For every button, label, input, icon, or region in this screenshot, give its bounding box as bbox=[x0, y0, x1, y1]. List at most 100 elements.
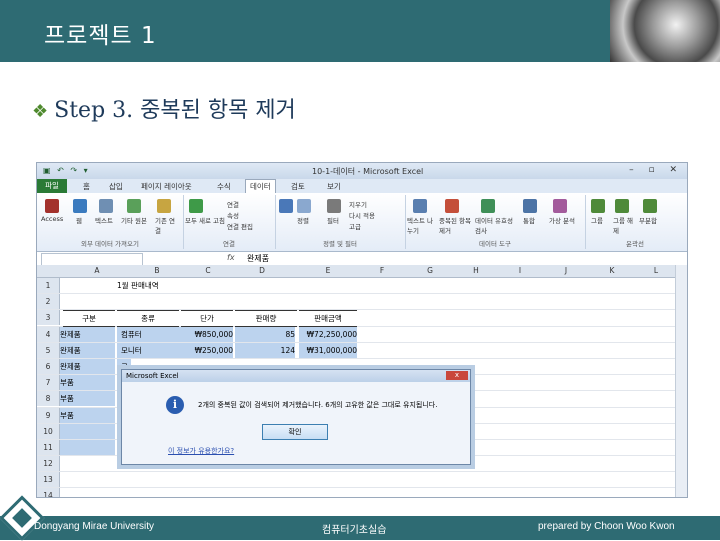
web-icon[interactable] bbox=[73, 199, 87, 213]
ungroup-label: 그룹 해제 bbox=[613, 217, 634, 235]
data-cell[interactable]: 완제품 bbox=[60, 342, 115, 358]
reapply-link[interactable]: 다시 적용 bbox=[349, 210, 375, 220]
selected-cell[interactable] bbox=[60, 439, 115, 455]
formula-value[interactable]: 완제품 bbox=[247, 253, 269, 264]
window-controls[interactable]: – ▫ ✕ bbox=[629, 165, 683, 175]
data-cell[interactable]: 부품 bbox=[60, 375, 115, 391]
footer-course: 컴퓨터기초실습 bbox=[322, 525, 387, 536]
existing-connections-label: 기존 연결 bbox=[155, 217, 176, 235]
data-cell[interactable]: ₩31,000,000 bbox=[299, 342, 357, 358]
row-number[interactable]: 1 bbox=[37, 278, 60, 293]
helpful-link[interactable]: 이 정보가 유용한가요? bbox=[168, 446, 234, 456]
vertical-scrollbar[interactable] bbox=[675, 265, 687, 497]
column-header[interactable]: F bbox=[367, 266, 397, 275]
dialog-title-bar: Microsoft Excel x bbox=[122, 370, 470, 382]
column-header[interactable]: A bbox=[77, 266, 117, 275]
tab-view[interactable]: 보기 bbox=[327, 181, 341, 192]
tab-data[interactable]: 데이터 bbox=[245, 179, 276, 193]
header-cell[interactable]: 종류 bbox=[117, 310, 179, 328]
edit-links-link[interactable]: 연결 편집 bbox=[227, 221, 253, 231]
text-icon[interactable] bbox=[99, 199, 113, 213]
header-cell[interactable]: 구분 bbox=[63, 310, 115, 328]
tab-home[interactable]: 홈 bbox=[83, 181, 90, 192]
column-header[interactable]: G bbox=[415, 266, 445, 275]
row-number[interactable]: 13 bbox=[37, 472, 60, 488]
other-sources-icon[interactable] bbox=[127, 199, 141, 213]
text-label: 텍스트 bbox=[95, 217, 113, 225]
data-cell[interactable]: 완제품 bbox=[60, 326, 115, 342]
tab-formulas[interactable]: 수식 bbox=[217, 181, 231, 192]
row-number[interactable]: 12 bbox=[37, 456, 60, 472]
data-cell[interactable]: 부품 bbox=[60, 407, 115, 423]
consolidate-icon[interactable] bbox=[523, 199, 537, 213]
close-icon[interactable]: x bbox=[446, 371, 468, 380]
properties-link[interactable]: 속성 bbox=[227, 210, 239, 220]
row-number[interactable]: 14 bbox=[37, 488, 60, 497]
refresh-all-icon[interactable] bbox=[189, 199, 203, 213]
advanced-link[interactable]: 고급 bbox=[349, 221, 361, 231]
row-number[interactable]: 6 bbox=[37, 358, 60, 374]
row-number[interactable]: 11 bbox=[37, 439, 60, 455]
text-to-columns-icon[interactable] bbox=[413, 199, 427, 213]
column-header[interactable]: C bbox=[193, 266, 223, 275]
excel-window-title: 10-1-데이터 - Microsoft Excel bbox=[312, 167, 424, 176]
header-cell[interactable]: 판매금액 bbox=[299, 310, 357, 328]
subtotal-icon[interactable] bbox=[643, 199, 657, 213]
row-number[interactable]: 10 bbox=[37, 423, 60, 439]
row-number[interactable]: 4 bbox=[37, 326, 60, 342]
data-cell[interactable]: 컴퓨터 bbox=[117, 326, 183, 342]
data-cell[interactable]: 부품 bbox=[60, 391, 115, 407]
row-number[interactable]: 8 bbox=[37, 391, 60, 407]
row-number[interactable]: 9 bbox=[37, 407, 60, 423]
filter-icon[interactable] bbox=[327, 199, 341, 213]
column-header[interactable]: K bbox=[597, 266, 627, 275]
row-number[interactable]: 5 bbox=[37, 342, 60, 358]
row-number[interactable]: 2 bbox=[37, 294, 60, 310]
column-header[interactable]: B bbox=[137, 266, 177, 275]
existing-connections-icon[interactable] bbox=[157, 199, 171, 213]
connections-link[interactable]: 연결 bbox=[227, 199, 239, 209]
ungroup-icon[interactable] bbox=[615, 199, 629, 213]
data-cell[interactable]: 모니터 bbox=[117, 342, 183, 358]
tab-page-layout[interactable]: 페이지 레이아웃 bbox=[141, 181, 192, 192]
group-label-external: 외부 데이터 가져오기 bbox=[81, 240, 139, 248]
header-cell[interactable]: 판매량 bbox=[235, 310, 297, 328]
column-header[interactable]: E bbox=[313, 266, 343, 275]
sort-asc-icon[interactable] bbox=[279, 199, 293, 213]
column-header[interactable]: D bbox=[247, 266, 277, 275]
consolidate-label: 통합 bbox=[523, 217, 535, 225]
tab-review[interactable]: 검토 bbox=[291, 181, 305, 192]
access-icon[interactable] bbox=[45, 199, 59, 213]
clear-link[interactable]: 지우기 bbox=[349, 199, 367, 209]
row-number[interactable]: 3 bbox=[37, 310, 60, 326]
sheet-title-cell[interactable]: 1월 판매내역 bbox=[117, 278, 159, 293]
data-cell[interactable]: ₩850,000 bbox=[181, 326, 233, 342]
slide-title: 프로젝트 1 bbox=[44, 23, 157, 49]
remove-duplicates-icon[interactable] bbox=[445, 199, 459, 213]
group-icon[interactable] bbox=[591, 199, 605, 213]
column-header[interactable]: H bbox=[461, 266, 491, 275]
selected-cell[interactable] bbox=[60, 423, 115, 439]
data-cell[interactable]: 124 bbox=[235, 342, 295, 358]
header-cell[interactable]: 단가 bbox=[181, 310, 233, 328]
data-cell[interactable]: 완제품 bbox=[60, 358, 115, 374]
data-cell[interactable]: ₩72,250,000 bbox=[299, 326, 357, 342]
column-header[interactable]: I bbox=[505, 266, 535, 275]
column-header[interactable]: L bbox=[641, 266, 671, 275]
remove-duplicates-dialog: Microsoft Excel x i 2개의 중복된 값이 검색되어 제거했습… bbox=[121, 369, 471, 465]
column-header[interactable]: J bbox=[551, 266, 581, 275]
ribbon-tabs: 파일 홈 삽입 페이지 레이아웃 수식 데이터 검토 보기 bbox=[37, 179, 687, 193]
quick-access-toolbar[interactable]: ▣ ↶ ↷ ▾ bbox=[43, 166, 90, 175]
data-cell[interactable]: 85 bbox=[235, 326, 295, 342]
ok-button[interactable]: 확인 bbox=[262, 424, 328, 440]
sort-icon[interactable] bbox=[297, 199, 311, 213]
data-cell[interactable]: ₩250,000 bbox=[181, 342, 233, 358]
sheet-row: 4 완제품 컴퓨터 ₩850,000 85 ₩72,250,000 bbox=[37, 326, 687, 343]
what-if-icon[interactable] bbox=[553, 199, 567, 213]
tab-file[interactable]: 파일 bbox=[37, 179, 67, 193]
group-external-data: Access 웹 텍스트 기타 원본 기존 연결 외부 데이터 가져오기 bbox=[37, 195, 184, 249]
fx-icon[interactable]: fx bbox=[227, 253, 235, 262]
tab-insert[interactable]: 삽입 bbox=[109, 181, 123, 192]
data-validation-icon[interactable] bbox=[481, 199, 495, 213]
row-number[interactable]: 7 bbox=[37, 375, 60, 391]
